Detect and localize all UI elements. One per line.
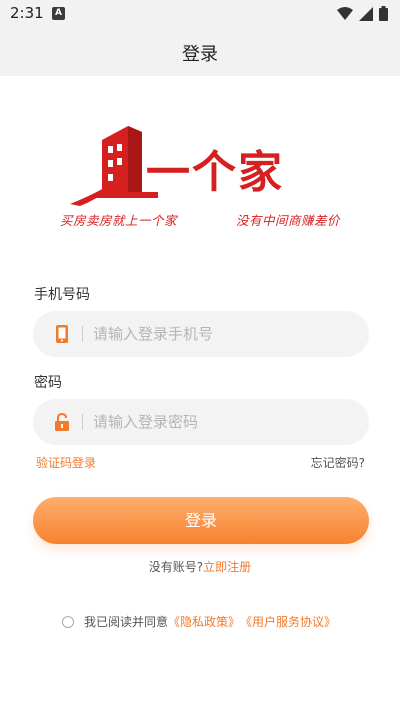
app-bar: 登录: [0, 28, 400, 76]
logo-brand-text: 一个家: [146, 147, 284, 198]
phone-input[interactable]: [93, 311, 353, 357]
lock-icon: [55, 412, 69, 431]
status-bar: 2:31 A: [0, 0, 400, 28]
sms-login-link[interactable]: 验证码登录: [36, 454, 96, 471]
brand-logo: 一个家 买房卖房就上一个家 没有中间商赚差价: [60, 118, 340, 240]
phone-icon: [56, 325, 68, 343]
agreement-line: 我已阅读并同意 《隐私政策》 《用户服务协议》: [62, 613, 336, 630]
password-input[interactable]: [93, 399, 353, 445]
page-title: 登录: [182, 44, 218, 65]
agreement-checkbox[interactable]: [62, 615, 74, 628]
forgot-password-link[interactable]: 忘记密码?: [311, 454, 365, 471]
login-button[interactable]: 登录: [33, 497, 369, 544]
password-input-container[interactable]: [33, 399, 369, 445]
phone-input-container[interactable]: [33, 311, 369, 357]
input-divider: [82, 414, 83, 430]
signal-icon: [359, 6, 373, 21]
privacy-policy-link[interactable]: 《隐私政策》: [168, 613, 240, 630]
register-line: 没有账号?立即注册: [0, 558, 400, 575]
register-prompt: 没有账号?: [148, 560, 204, 574]
register-link[interactable]: 立即注册: [203, 560, 251, 574]
status-icons: [337, 6, 388, 21]
a-badge-icon: A: [52, 7, 65, 20]
wifi-icon: [337, 6, 353, 20]
phone-label: 手机号码: [34, 287, 90, 303]
battery-icon: [379, 6, 388, 21]
password-label: 密码: [34, 375, 62, 391]
slogan-left: 买房卖房就上一个家: [60, 213, 178, 228]
terms-link[interactable]: 《用户服务协议》: [240, 613, 336, 630]
logo-slogan: 买房卖房就上一个家 没有中间商赚差价: [60, 210, 340, 229]
status-time: 2:31: [10, 4, 44, 22]
input-divider: [82, 326, 83, 342]
agreement-prefix: 我已阅读并同意: [84, 615, 169, 629]
slogan-right: 没有中间商赚差价: [235, 213, 340, 228]
